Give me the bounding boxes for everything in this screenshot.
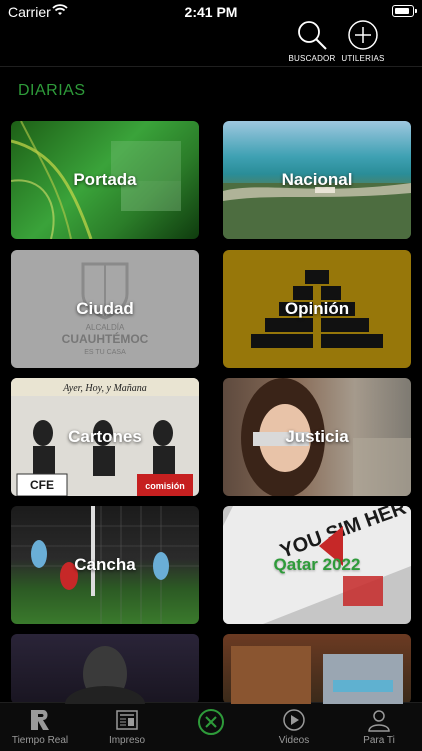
newspaper-icon [116, 710, 138, 730]
tile-opinion[interactable]: Opinión [223, 250, 411, 368]
tab-tiempo-real[interactable]: Tiempo Real [5, 707, 75, 746]
cartoon-sign: CFE [30, 478, 54, 492]
tab-label: Impreso [108, 735, 146, 746]
tile-ciudad[interactable]: ALCALDÍA CUAUHTÉMOC ES TU CASA Ciudad [11, 250, 199, 368]
tile-label: Cartones [68, 427, 142, 446]
tile-label: Qatar 2022 [273, 555, 361, 574]
search-button[interactable]: BUSCADOR [283, 18, 341, 63]
tile-label: Portada [73, 170, 137, 189]
tile-nacional[interactable]: Nacional [223, 121, 411, 239]
utilities-label: UTILERIAS [341, 54, 385, 63]
tile-portada[interactable]: Portada [11, 121, 199, 239]
tile-partial[interactable] [223, 634, 411, 704]
cartoon-banner: Ayer, Hoy, y Mañana [62, 383, 147, 394]
utilities-button[interactable]: UTILERIAS [334, 18, 392, 63]
user-icon [368, 710, 390, 732]
header-divider [0, 66, 422, 67]
tab-label: Tiempo Real [11, 735, 69, 746]
logo-line-1: ALCALDÍA [86, 323, 125, 332]
tile-partial[interactable] [11, 634, 199, 704]
tab-para-ti[interactable]: Para Ti [344, 707, 414, 746]
tab-bar: Tiempo Real Impreso Videos Para Ti [0, 702, 422, 751]
tile-label: Ciudad [76, 299, 134, 318]
tab-label: Videos [278, 735, 310, 746]
tile-label: Justicia [285, 427, 349, 446]
logo-line-2: CUAUHTÉMOC [62, 331, 149, 346]
plus-circle-icon [348, 20, 378, 50]
tab-impreso[interactable]: Impreso [92, 707, 162, 746]
tile-label: Nacional [281, 170, 353, 189]
play-circle-icon [283, 709, 305, 731]
search-label: BUSCADOR [288, 54, 336, 63]
tile-label: Opinión [284, 299, 350, 318]
tile-cartones[interactable]: Ayer, Hoy, y Mañana CFE comisión Cartone… [11, 378, 199, 496]
tile-label: Cancha [74, 555, 136, 574]
close-circle-icon [198, 709, 224, 735]
building-photo-image [231, 646, 403, 704]
person-photo-image [65, 646, 145, 704]
tile-cancha[interactable]: Cancha [11, 506, 199, 624]
tile-qatar[interactable]: YOU SIM HER Qatar 2022 [223, 506, 411, 624]
tile-justicia[interactable]: Justicia [223, 378, 411, 496]
tab-label: Para Ti [363, 735, 395, 746]
cartoon-sign-sub: comisión [145, 481, 185, 491]
search-icon [298, 21, 327, 50]
tab-close[interactable] [176, 707, 246, 737]
section-title: DIARIAS [18, 82, 86, 99]
logo-line-3: ES TU CASA [84, 349, 126, 356]
battery-icon [392, 5, 417, 17]
r-logo-icon [31, 710, 49, 730]
tab-videos[interactable]: Videos [259, 707, 329, 746]
